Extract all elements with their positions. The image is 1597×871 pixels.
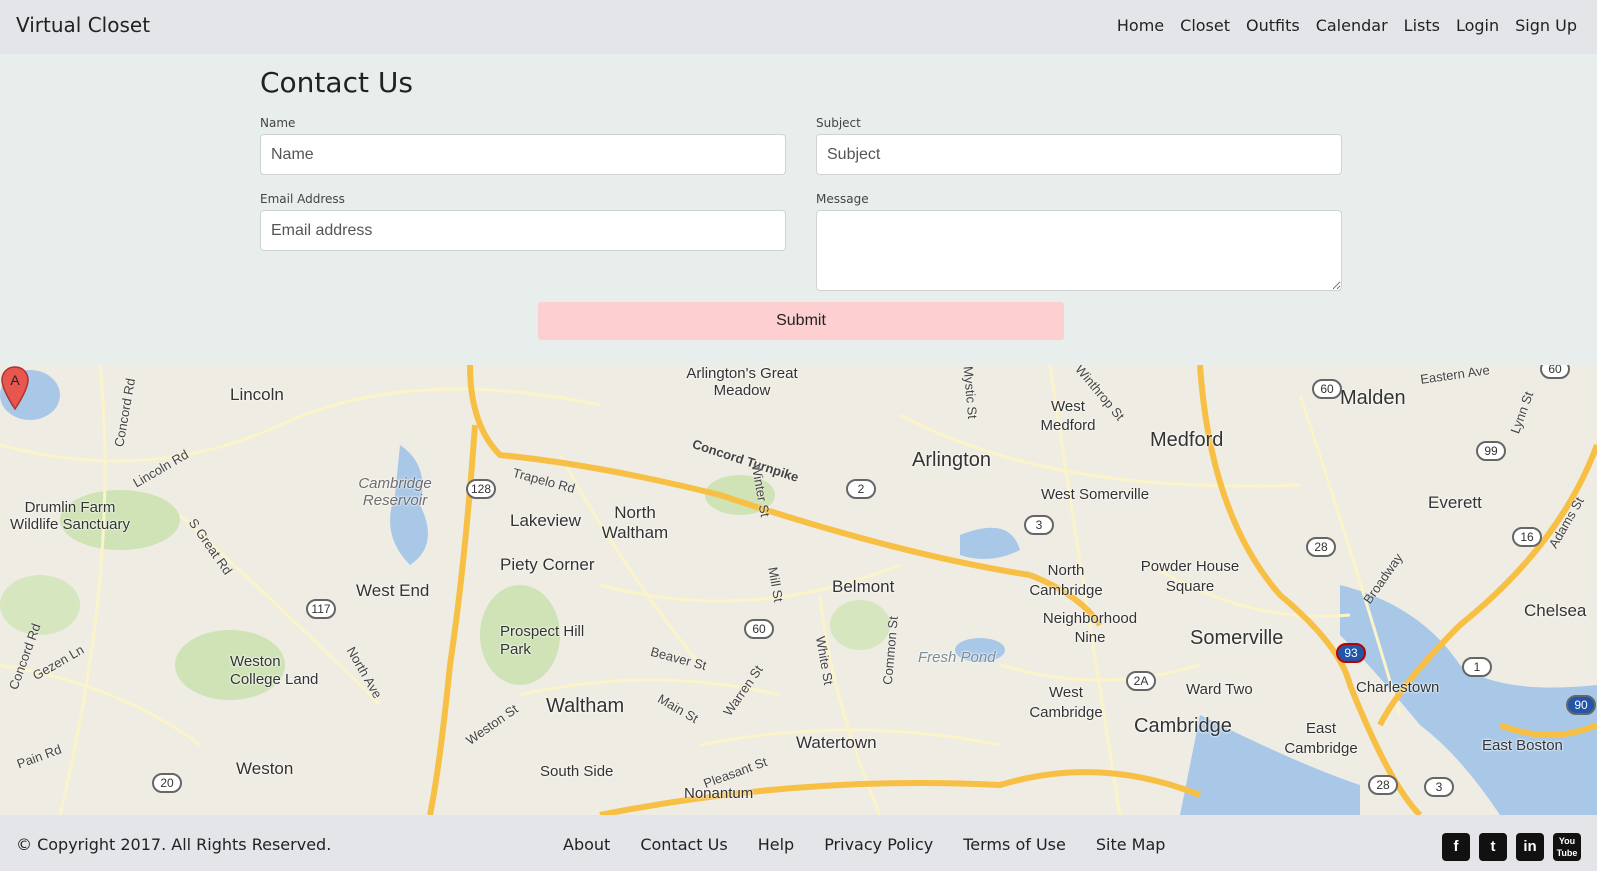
map-town: Chelsea	[1524, 601, 1587, 620]
map-route-shield: 117	[306, 599, 336, 619]
map-route-shield: 99	[1476, 441, 1506, 461]
map-route-shield: 60	[1540, 365, 1570, 379]
nav-lists[interactable]: Lists	[1404, 16, 1440, 35]
footer-link-contact[interactable]: Contact Us	[640, 835, 727, 854]
map-town: Waltham	[546, 695, 625, 717]
map-town: Nonantum	[684, 785, 754, 802]
map-marker-icon[interactable]: A	[0, 365, 30, 411]
map-route-shield: 60	[1312, 379, 1342, 399]
map-route-shield: 128	[466, 479, 496, 499]
map-town: West End	[356, 581, 430, 600]
map-route-shield: 3	[1424, 777, 1454, 797]
map-route-shield: 2A	[1126, 671, 1156, 691]
map-town: Weston College Land	[230, 653, 319, 688]
map-town: West Medford	[1040, 398, 1096, 434]
map-town: North Cambridge	[1029, 562, 1103, 599]
map-town: Cambridge Reservoir	[358, 475, 432, 509]
map-town: Prospect Hill Park	[500, 623, 585, 658]
map-route-shield: 60	[744, 619, 774, 639]
footer-link-privacy[interactable]: Privacy Policy	[824, 835, 933, 854]
map-town: Weston	[236, 759, 294, 778]
map-town: Arlington's Great Meadow	[686, 365, 798, 399]
map-town: North Waltham	[601, 503, 669, 542]
map-town: Drumlin Farm Wildlife Sanctuary	[9, 499, 131, 533]
name-label: Name	[260, 116, 296, 130]
map-town: Medford	[1150, 429, 1224, 451]
map-route-shield: 28	[1368, 775, 1398, 795]
message-textarea[interactable]	[816, 210, 1342, 291]
map-town: Fresh Pond	[918, 649, 996, 666]
map-route-shield: 2	[846, 479, 876, 499]
nav-home[interactable]: Home	[1117, 16, 1164, 35]
brand-logo[interactable]: Virtual Closet	[16, 13, 150, 37]
map-town: West Somerville	[1040, 486, 1150, 503]
map-route-shield: 90	[1566, 695, 1596, 715]
copyright-text: © Copyright 2017. All Rights Reserved.	[16, 835, 332, 854]
nav-login[interactable]: Login	[1456, 16, 1499, 35]
social-links: f t in You Tube	[1442, 833, 1581, 861]
map-town: Watertown	[796, 733, 877, 752]
email-label: Email Address	[260, 192, 345, 206]
subject-label: Subject	[816, 116, 861, 130]
top-navbar: Virtual Closet Home Closet Outfits Calen…	[0, 0, 1597, 54]
nav-closet[interactable]: Closet	[1180, 16, 1230, 35]
footer-link-about[interactable]: About	[563, 835, 610, 854]
footer-links: About Contact Us Help Privacy Policy Ter…	[563, 835, 1165, 854]
map-route-shield: 16	[1512, 527, 1542, 547]
map-town: East Boston	[1482, 737, 1563, 754]
map-town: Lincoln	[230, 385, 284, 404]
map-route-shield: 3	[1024, 515, 1054, 535]
map-town: Piety Corner	[500, 555, 595, 574]
map-town: South Side	[540, 763, 614, 780]
twitter-icon[interactable]: t	[1479, 833, 1507, 861]
footer-link-help[interactable]: Help	[758, 835, 794, 854]
map-town: Belmont	[832, 577, 895, 596]
page-title: Contact Us	[260, 66, 413, 99]
nav-calendar[interactable]: Calendar	[1316, 16, 1388, 35]
footer-link-sitemap[interactable]: Site Map	[1096, 835, 1166, 854]
nav-signup[interactable]: Sign Up	[1515, 16, 1577, 35]
linkedin-icon[interactable]: in	[1516, 833, 1544, 861]
map-town: Lakeview	[510, 511, 581, 530]
map-marker-label: A	[10, 372, 20, 388]
map-town: Cambridge	[1134, 715, 1232, 737]
map-route-shield: 20	[152, 773, 182, 793]
map-route-shield: 28	[1306, 537, 1336, 557]
map-town: Powder House Square	[1140, 558, 1240, 595]
site-footer: © Copyright 2017. All Rights Reserved. A…	[0, 815, 1597, 871]
nav-outfits[interactable]: Outfits	[1246, 16, 1300, 35]
map-route-shield: 1	[1462, 657, 1492, 677]
facebook-icon[interactable]: f	[1442, 833, 1470, 861]
submit-button[interactable]: Submit	[538, 302, 1064, 340]
footer-link-terms[interactable]: Terms of Use	[963, 835, 1066, 854]
map-town: Arlington	[912, 449, 991, 471]
map-town: Malden	[1340, 387, 1406, 409]
map-town: West Cambridge	[1029, 684, 1103, 721]
location-map[interactable]: Lincoln Arlington's Great Meadow West Me…	[0, 365, 1597, 815]
email-input[interactable]	[260, 210, 786, 251]
subject-input[interactable]	[816, 134, 1342, 175]
youtube-icon[interactable]: You Tube	[1553, 833, 1581, 861]
nav-menu: Home Closet Outfits Calendar Lists Login…	[1117, 16, 1577, 35]
map-town: Charlestown	[1356, 679, 1440, 696]
map-town: Ward Two	[1186, 681, 1253, 698]
map-town: Neighborhood Nine	[1042, 610, 1138, 646]
map-route-shield: 93	[1336, 643, 1366, 663]
message-label: Message	[816, 192, 869, 206]
name-input[interactable]	[260, 134, 786, 175]
map-town: Everett	[1428, 493, 1482, 512]
map-town: East Cambridge	[1284, 720, 1358, 757]
map-town: Somerville	[1190, 627, 1284, 649]
